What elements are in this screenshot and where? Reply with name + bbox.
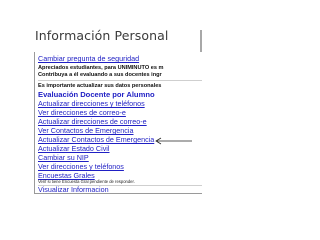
menu-link-view-emergency-contacts[interactable]: Ver Contactos de Emergencia — [38, 127, 134, 134]
menu-link-update-emails[interactable]: Actualizar direcciones de correo-e — [38, 118, 147, 125]
notice-text-2: Contribuya a él evaluando a sus docentes… — [38, 72, 162, 78]
menu-link-update-emergency-contacts[interactable]: Actualizar Contactos de Emergencia — [38, 136, 154, 143]
evaluation-section-link[interactable]: Evaluación Docente por Alumno — [38, 91, 155, 99]
menu-link-view-emails[interactable]: Ver direcciones de correo-e — [38, 109, 126, 116]
menu-link-change-pin[interactable]: Cambiar su NIP — [38, 154, 89, 161]
menu-link-view-addresses-phones[interactable]: Ver direcciones y teléfonos — [38, 163, 124, 170]
page-title: Información Personal — [35, 28, 169, 43]
menu-panel: Cambiar pregunta de seguridad Apreciados… — [34, 52, 202, 194]
menu-link-update-addresses-phones[interactable]: Actualizar direcciones y teléfonos — [38, 100, 145, 107]
pointer-arrow-icon — [155, 137, 192, 145]
menu-link-update-marital-status[interactable]: Actualizar Estado Civil — [38, 145, 110, 152]
survey-note: Verif si tiene Encuesta Gral pendiente d… — [38, 179, 135, 184]
notice-text-1: Apreciados estudiantes, para UNIMINUTO e… — [38, 65, 164, 71]
change-security-question-link[interactable]: Cambiar pregunta de seguridad — [38, 55, 139, 62]
view-information-link[interactable]: Visualizar Informacion — [38, 186, 109, 193]
separator — [38, 80, 202, 81]
slide: Información Personal Cambiar pregunta de… — [0, 0, 320, 240]
notice-text-3: Es importante actualizar sus datos perso… — [38, 83, 162, 89]
